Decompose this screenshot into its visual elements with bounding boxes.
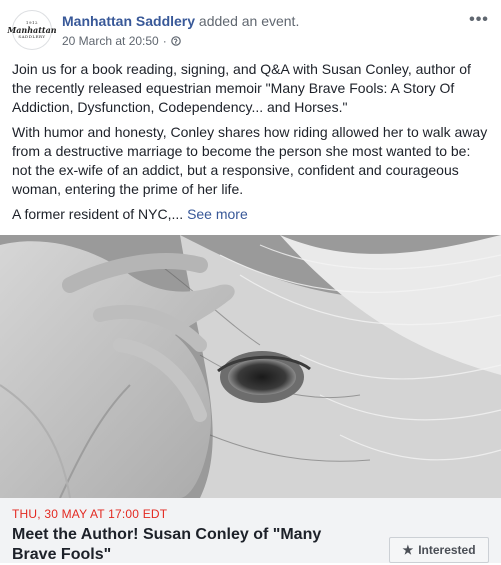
post-paragraph-truncated: A former resident of NYC,... See more: [12, 205, 489, 224]
event-post-card: 1912 Manhattan SADDLERY Manhattan Saddle…: [0, 0, 501, 563]
truncated-text: A former resident of NYC,...: [12, 206, 188, 222]
post-paragraph: With humor and honesty, Conley shares ho…: [12, 124, 488, 197]
avatar[interactable]: 1912 Manhattan SADDLERY: [7, 10, 57, 50]
post-header: 1912 Manhattan SADDLERY Manhattan Saddle…: [7, 10, 491, 54]
post-timestamp-line: 20 March at 20:50 ·: [62, 34, 299, 48]
page-name-link[interactable]: Manhattan Saddlery: [62, 13, 195, 29]
event-title[interactable]: Meet the Author! Susan Conley of "Many B…: [12, 525, 362, 565]
more-options-icon[interactable]: •••: [467, 10, 491, 30]
see-more-link[interactable]: See more: [187, 206, 248, 222]
post-meta: Manhattan Saddlery added an event. 20 Ma…: [62, 13, 299, 48]
post-timestamp[interactable]: 20 March at 20:50: [62, 34, 159, 48]
post-action-text: added an event.: [195, 13, 300, 29]
avatar-caption: SADDLERY: [18, 34, 46, 39]
star-icon: ★: [402, 543, 414, 557]
event-cover-photo[interactable]: [0, 235, 501, 498]
interested-label: Interested: [418, 543, 476, 557]
globe-icon: [170, 36, 181, 46]
horse-hand-image: [0, 235, 501, 498]
event-details[interactable]: THU, 30 MAY AT 17:00 EDT Meet the Author…: [0, 498, 501, 563]
avatar-script: Manhattan: [7, 25, 57, 35]
post-author-line: Manhattan Saddlery added an event.: [62, 13, 299, 29]
interested-button[interactable]: ★ Interested: [389, 537, 489, 563]
post-paragraph: Join us for a book reading, signing, and…: [12, 61, 471, 115]
event-date: THU, 30 MAY AT 17:00 EDT: [12, 507, 168, 521]
post-body: Join us for a book reading, signing, and…: [12, 60, 489, 230]
separator-dot: ·: [162, 34, 167, 48]
